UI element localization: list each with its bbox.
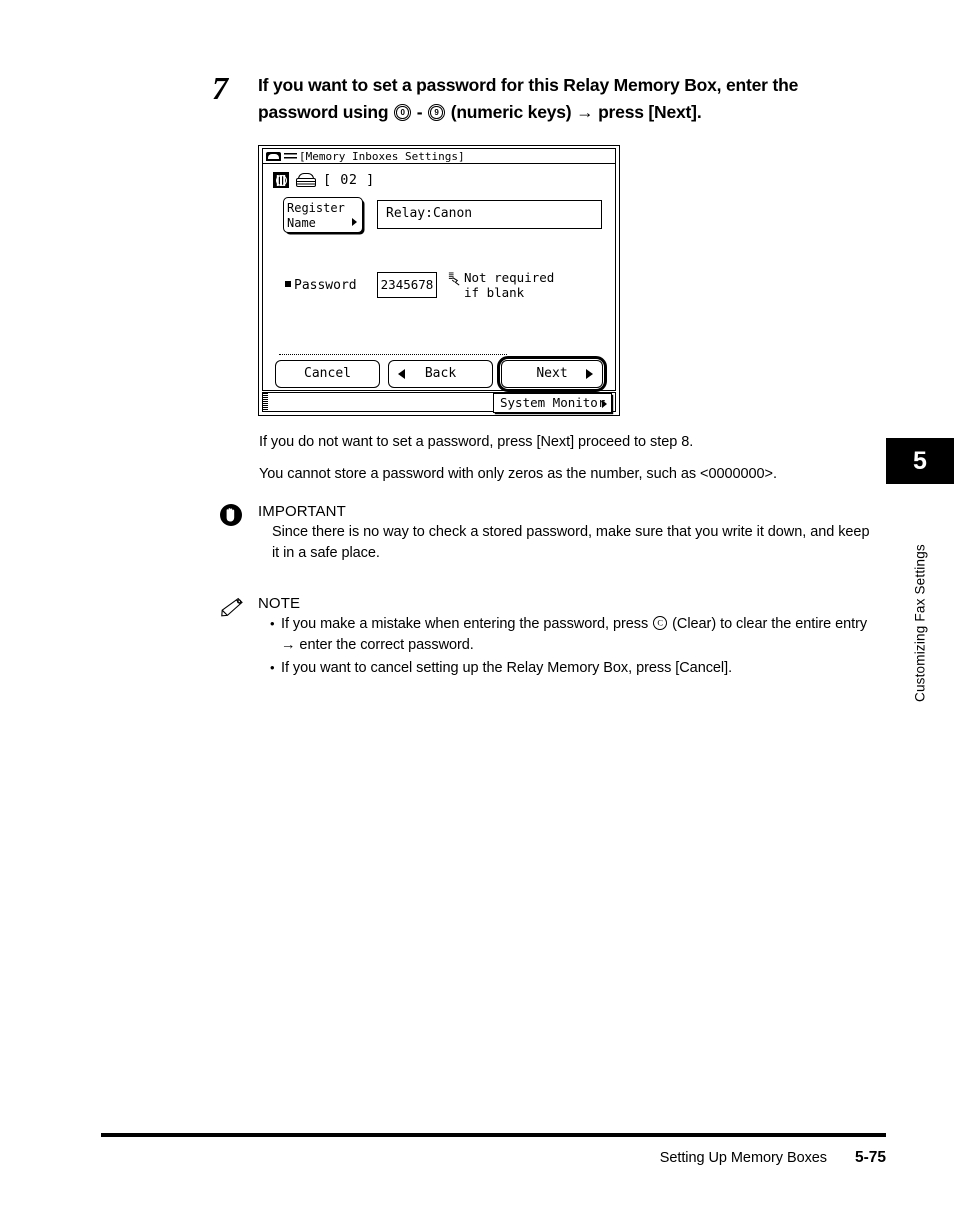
- chevron-right-icon: [602, 400, 607, 408]
- lcd-status-bar: System Monitor: [262, 392, 616, 413]
- important-hand-glyph: [226, 508, 235, 522]
- next-button-label: Next: [536, 366, 568, 381]
- step-number: 7: [212, 70, 228, 106]
- lcd-title-text: [Memory Inboxes Settings]: [299, 150, 465, 163]
- numeric-key-0-icon: 0: [394, 104, 412, 121]
- register-name-label-line1: Register: [287, 201, 345, 215]
- lcd-divider: [279, 354, 507, 355]
- footer-page-number: 5-75: [854, 1149, 886, 1166]
- lcd-title-bar-content: [Memory Inboxes Settings]: [266, 150, 465, 163]
- step-instruction-text: If you want to set a password for this R…: [258, 72, 882, 126]
- note-item1-part1: If you make a mistake when entering the …: [281, 616, 653, 632]
- chapter-tab: 5: [886, 438, 954, 484]
- note-list: If you make a mistake when entering the …: [220, 613, 880, 679]
- important-body: Since there is no way to check a stored …: [272, 524, 870, 561]
- lcd-title-bar: [Memory Inboxes Settings]: [262, 148, 616, 164]
- chapter-number: 5: [913, 447, 927, 475]
- pencil-icon: [221, 597, 243, 617]
- important-hand-icon: [220, 504, 242, 526]
- pointing-hand-icon: [448, 272, 460, 286]
- next-button[interactable]: Next: [501, 360, 603, 388]
- numeric-key-9-icon: 9: [428, 104, 446, 121]
- bullet-square-icon: [285, 281, 291, 287]
- body-paragraph-1: If you do not want to set a password, pr…: [259, 434, 694, 450]
- clear-key-icon: C: [653, 616, 668, 630]
- numeric-key-0-label: 0: [400, 107, 405, 117]
- chapter-title-vertical: Customizing Fax Settings: [886, 492, 954, 702]
- arrow-left-icon: [398, 369, 405, 379]
- memory-box-number: [ 02 ]: [323, 172, 375, 188]
- password-hint: Not required if blank: [447, 270, 555, 300]
- note-item1-arrow-icon: →: [281, 637, 296, 653]
- password-hint-line1: Not required: [464, 270, 555, 285]
- fax-machine-icon: [296, 172, 316, 188]
- step-heading: 7 If you want to set a password for this…: [212, 72, 882, 126]
- password-input[interactable]: 2345678: [377, 272, 437, 298]
- numeric-key-9-label: 9: [434, 107, 439, 117]
- cancel-button[interactable]: Cancel: [275, 360, 380, 388]
- footer-rule: [101, 1133, 886, 1137]
- list-icon: [284, 152, 297, 161]
- lcd-header-row: [ 02 ]: [273, 172, 375, 188]
- chevron-right-icon: [352, 218, 357, 226]
- arrow-right-icon: [586, 369, 593, 379]
- body-paragraph-2: You cannot store a password with only ze…: [259, 466, 777, 482]
- lcd-main-area: [ 02 ] Register Name Relay:Canon Passwor…: [262, 163, 616, 392]
- back-button-label: Back: [424, 366, 457, 381]
- note-heading: NOTE: [258, 595, 301, 612]
- note-item1-part3: enter the correct password.: [295, 637, 474, 653]
- step-key-separator: -: [412, 102, 428, 122]
- note-item1-part2: (Clear) to clear the entire entry: [668, 616, 868, 632]
- back-button[interactable]: Back: [388, 360, 493, 388]
- note-list-item-1: If you make a mistake when entering the …: [270, 613, 880, 656]
- password-hint-line2: if blank: [464, 284, 525, 300]
- clear-key-label: C: [657, 617, 663, 628]
- register-name-label-line2: Name: [287, 215, 316, 230]
- note-list-item-2: If you want to cancel setting up the Rel…: [270, 657, 880, 679]
- step-arrow-icon: →: [576, 102, 594, 122]
- step-text-part-2: (numeric keys): [446, 102, 577, 122]
- network-card-icon: [266, 152, 281, 161]
- register-name-button[interactable]: Register Name: [283, 197, 363, 233]
- system-monitor-button[interactable]: System Monitor: [493, 393, 612, 413]
- chapter-title-text: Customizing Fax Settings: [912, 544, 928, 702]
- name-value-field[interactable]: Relay:Canon: [377, 200, 602, 229]
- important-heading: IMPORTANT: [258, 503, 346, 520]
- lcd-screenshot: [Memory Inboxes Settings] [ 02 ] Registe…: [258, 145, 620, 416]
- password-label-text: Password: [294, 278, 357, 293]
- important-callout: IMPORTANT Since there is no way to check…: [220, 502, 880, 564]
- lcd-button-row: Cancel Back Next: [275, 356, 607, 392]
- system-monitor-label: System Monitor: [500, 395, 606, 410]
- footer-section-title: Setting Up Memory Boxes: [659, 1150, 827, 1166]
- globe-icon: [273, 172, 289, 188]
- password-label: Password: [285, 278, 357, 293]
- step-text-part-3: press [Next].: [593, 102, 702, 122]
- note-callout: NOTE If you make a mistake when entering…: [220, 594, 880, 681]
